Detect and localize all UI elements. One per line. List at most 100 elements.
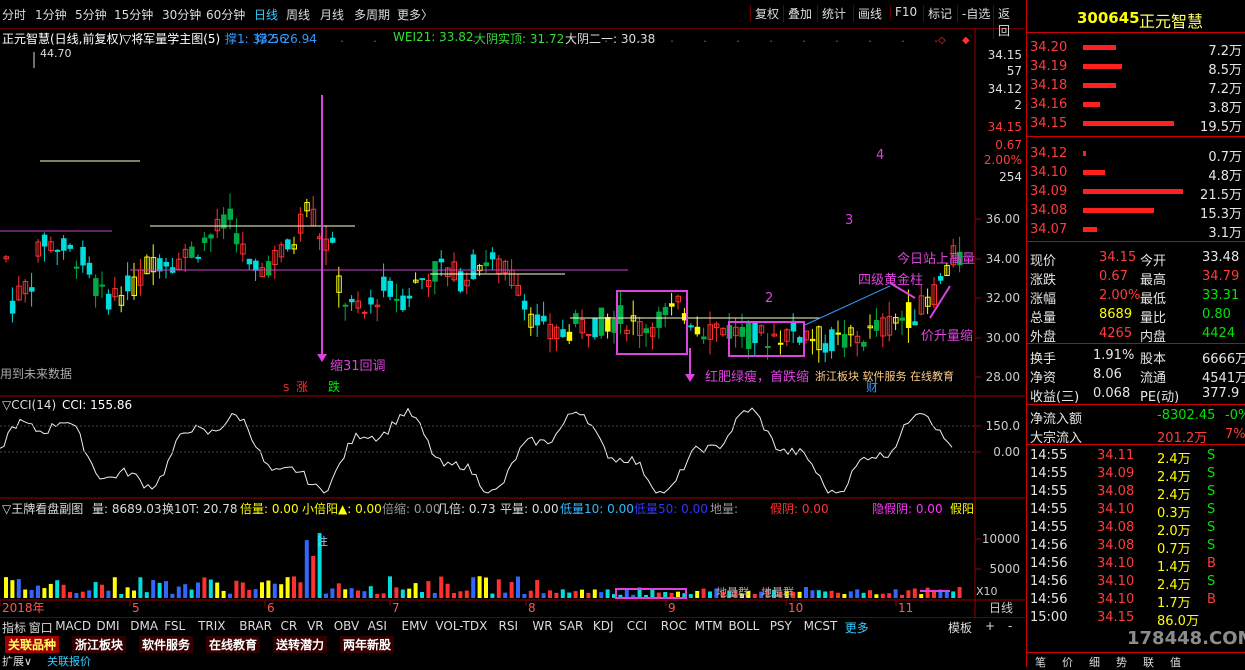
related-tab-0[interactable]: 关联品种 bbox=[5, 636, 60, 653]
period-tab-3[interactable]: 15分钟 bbox=[114, 6, 153, 23]
indicator-tab-7[interactable]: BRAR bbox=[239, 619, 272, 633]
tab-right-2[interactable]: - bbox=[1008, 619, 1012, 633]
panel-tab-5[interactable]: 值 bbox=[1170, 654, 1181, 670]
indicator-tab-23[interactable]: MCST bbox=[804, 619, 838, 633]
volume-bar bbox=[36, 585, 40, 598]
period-tab-2[interactable]: 5分钟 bbox=[75, 6, 107, 23]
annotation-pullback: 缩31回调 bbox=[330, 358, 386, 374]
period-tab-8[interactable]: 月线 bbox=[320, 6, 344, 23]
watermark: 178448.COM bbox=[1127, 628, 1245, 649]
period-tab-7[interactable]: 周线 bbox=[286, 6, 310, 23]
cci-title[interactable]: ▽CCI(14) bbox=[2, 398, 56, 412]
tab-right-1[interactable]: + bbox=[985, 619, 995, 633]
ask-row[interactable]: 34.16 3.8万 bbox=[1027, 96, 1245, 116]
indicator-tab-6[interactable]: TRIX bbox=[198, 619, 225, 633]
bid-row[interactable]: 34.09 21.5万 bbox=[1027, 183, 1245, 203]
tab-right-0[interactable]: 模板 bbox=[948, 619, 972, 636]
indicator-tab-21[interactable]: BOLL bbox=[729, 619, 760, 633]
indicator-tab-3[interactable]: DMI bbox=[96, 619, 119, 633]
flow-row: 大宗流入 201.2万 7% bbox=[1027, 426, 1245, 446]
indicator-tab-18[interactable]: CCI bbox=[627, 619, 647, 633]
toolbar-button-6[interactable]: -自选 bbox=[957, 5, 994, 22]
indicator-tab-22[interactable]: PSY bbox=[770, 619, 792, 633]
bid-row[interactable]: 34.10 4.8万 bbox=[1027, 164, 1245, 184]
tick-row: 14:55 34.08 2.0万 S bbox=[1027, 519, 1245, 539]
indicator-tab-9[interactable]: VR bbox=[307, 619, 324, 633]
related-tab-2[interactable]: 软件服务 bbox=[139, 636, 194, 653]
related-tab-4[interactable]: 送转潜力 bbox=[273, 636, 328, 653]
indicator-tab-8[interactable]: CR bbox=[281, 619, 298, 633]
bid-row[interactable]: 34.08 15.3万 bbox=[1027, 202, 1245, 222]
panel-tab-1[interactable]: 价 bbox=[1062, 654, 1073, 670]
indicator-tab-16[interactable]: SAR bbox=[559, 619, 583, 633]
period-tab-5[interactable]: 60分钟 bbox=[206, 6, 245, 23]
ask-row[interactable]: 34.15 19.5万 bbox=[1027, 115, 1245, 135]
svg-text:ˇ: ˇ bbox=[769, 39, 773, 49]
candle-body bbox=[61, 238, 67, 251]
indicator-tab-20[interactable]: MTM bbox=[695, 619, 723, 633]
indicator-tab-15[interactable]: WR bbox=[532, 619, 552, 633]
ask-row[interactable]: 34.19 8.5万 bbox=[1027, 58, 1245, 78]
candle-body bbox=[841, 334, 848, 348]
candle-body bbox=[99, 284, 105, 287]
period-tab-1[interactable]: 1分钟 bbox=[35, 6, 67, 23]
volume-bar bbox=[880, 593, 885, 598]
indicator-tab-14[interactable]: RSI bbox=[499, 619, 519, 633]
indicator-tab-1[interactable]: 窗口 bbox=[29, 619, 53, 636]
indicator-tab-2[interactable]: MACD bbox=[55, 619, 91, 633]
extend-tabs: 扩展∨ 关联报价 bbox=[0, 653, 1025, 668]
indicator-tab-10[interactable]: OBV bbox=[334, 619, 360, 633]
candle-body bbox=[381, 276, 387, 291]
toolbar-button-3[interactable]: 画线 bbox=[853, 5, 886, 22]
related-tab-5[interactable]: 两年新股 bbox=[340, 636, 395, 653]
main-indicator-name[interactable]: ▽将军量学主图(5) bbox=[122, 30, 220, 47]
indicator-tab-0[interactable]: 指标 bbox=[2, 619, 26, 636]
indicator-tab-24[interactable]: 更多 bbox=[845, 619, 869, 636]
indicator-tab-11[interactable]: ASI bbox=[368, 619, 387, 633]
panel-tab-0[interactable]: 笔 bbox=[1035, 654, 1046, 670]
bid-volume: 3.1万 bbox=[1208, 226, 1242, 241]
panel-tab-2[interactable]: 细 bbox=[1089, 654, 1100, 670]
toolbar-button-4[interactable]: F10 bbox=[890, 5, 921, 19]
volume-title[interactable]: ▽王牌看盘副图 bbox=[2, 500, 83, 517]
indicator-tab-5[interactable]: FSL bbox=[164, 619, 185, 633]
volume-bar bbox=[535, 579, 540, 598]
x-axis-label: 7 bbox=[392, 601, 400, 615]
tick-time: 14:55 bbox=[1030, 466, 1068, 481]
tick-time: 14:55 bbox=[1030, 520, 1068, 535]
annotation-red-fat-green-thin: 红肥绿瘦，首跌缩 bbox=[705, 369, 809, 385]
indicator-tab-12[interactable]: EMV bbox=[402, 619, 428, 633]
period-tab-0[interactable]: 分时 bbox=[2, 6, 26, 23]
candle-body bbox=[534, 314, 541, 326]
indicator-tab-4[interactable]: DMA bbox=[130, 619, 158, 633]
indicator-tab-17[interactable]: KDJ bbox=[593, 619, 614, 633]
panel-tab-3[interactable]: 势 bbox=[1116, 654, 1127, 670]
ask-row[interactable]: 34.18 7.2万 bbox=[1027, 77, 1245, 97]
tick-side: S bbox=[1207, 502, 1216, 517]
volume-legend-item: 地量: bbox=[710, 502, 739, 516]
volume-legend-item: 换10T: 20.78 bbox=[162, 502, 238, 516]
candle-body bbox=[905, 302, 912, 328]
chart-canvas[interactable]: 36.0034.0032.0030.0028.0034.155734.12234… bbox=[0, 28, 1025, 618]
bid-row[interactable]: 34.12 0.7万 bbox=[1027, 145, 1245, 165]
period-tab-4[interactable]: 30分钟 bbox=[162, 6, 201, 23]
toolbar-button-1[interactable]: 叠加 bbox=[783, 5, 816, 22]
volume-bar bbox=[490, 593, 495, 598]
bid-row[interactable]: 34.07 3.1万 bbox=[1027, 221, 1245, 241]
related-tab-1[interactable]: 浙江板块 bbox=[72, 636, 127, 653]
volume-bar bbox=[266, 580, 271, 598]
candle-body bbox=[822, 343, 829, 353]
indicator-tab-13[interactable]: VOL-TDX bbox=[435, 619, 487, 633]
toolbar-button-0[interactable]: 复权 bbox=[750, 5, 783, 22]
stat-row: 净资 8.06 流通 4541万 bbox=[1027, 366, 1245, 386]
related-tab-3[interactable]: 在线教育 bbox=[206, 636, 261, 653]
period-tab-9[interactable]: 多周期 bbox=[354, 6, 390, 23]
bid-depth-bar bbox=[1083, 151, 1086, 156]
period-tab-6[interactable]: 日线 bbox=[254, 6, 278, 23]
toolbar-button-5[interactable]: 标记 bbox=[923, 5, 956, 22]
ask-row[interactable]: 34.20 7.2万 bbox=[1027, 39, 1245, 59]
period-tab-10[interactable]: 更多〉 bbox=[397, 6, 433, 23]
indicator-tab-19[interactable]: ROC bbox=[661, 619, 687, 633]
toolbar-button-2[interactable]: 统计 bbox=[817, 5, 850, 22]
panel-tab-4[interactable]: 联 bbox=[1143, 654, 1154, 670]
